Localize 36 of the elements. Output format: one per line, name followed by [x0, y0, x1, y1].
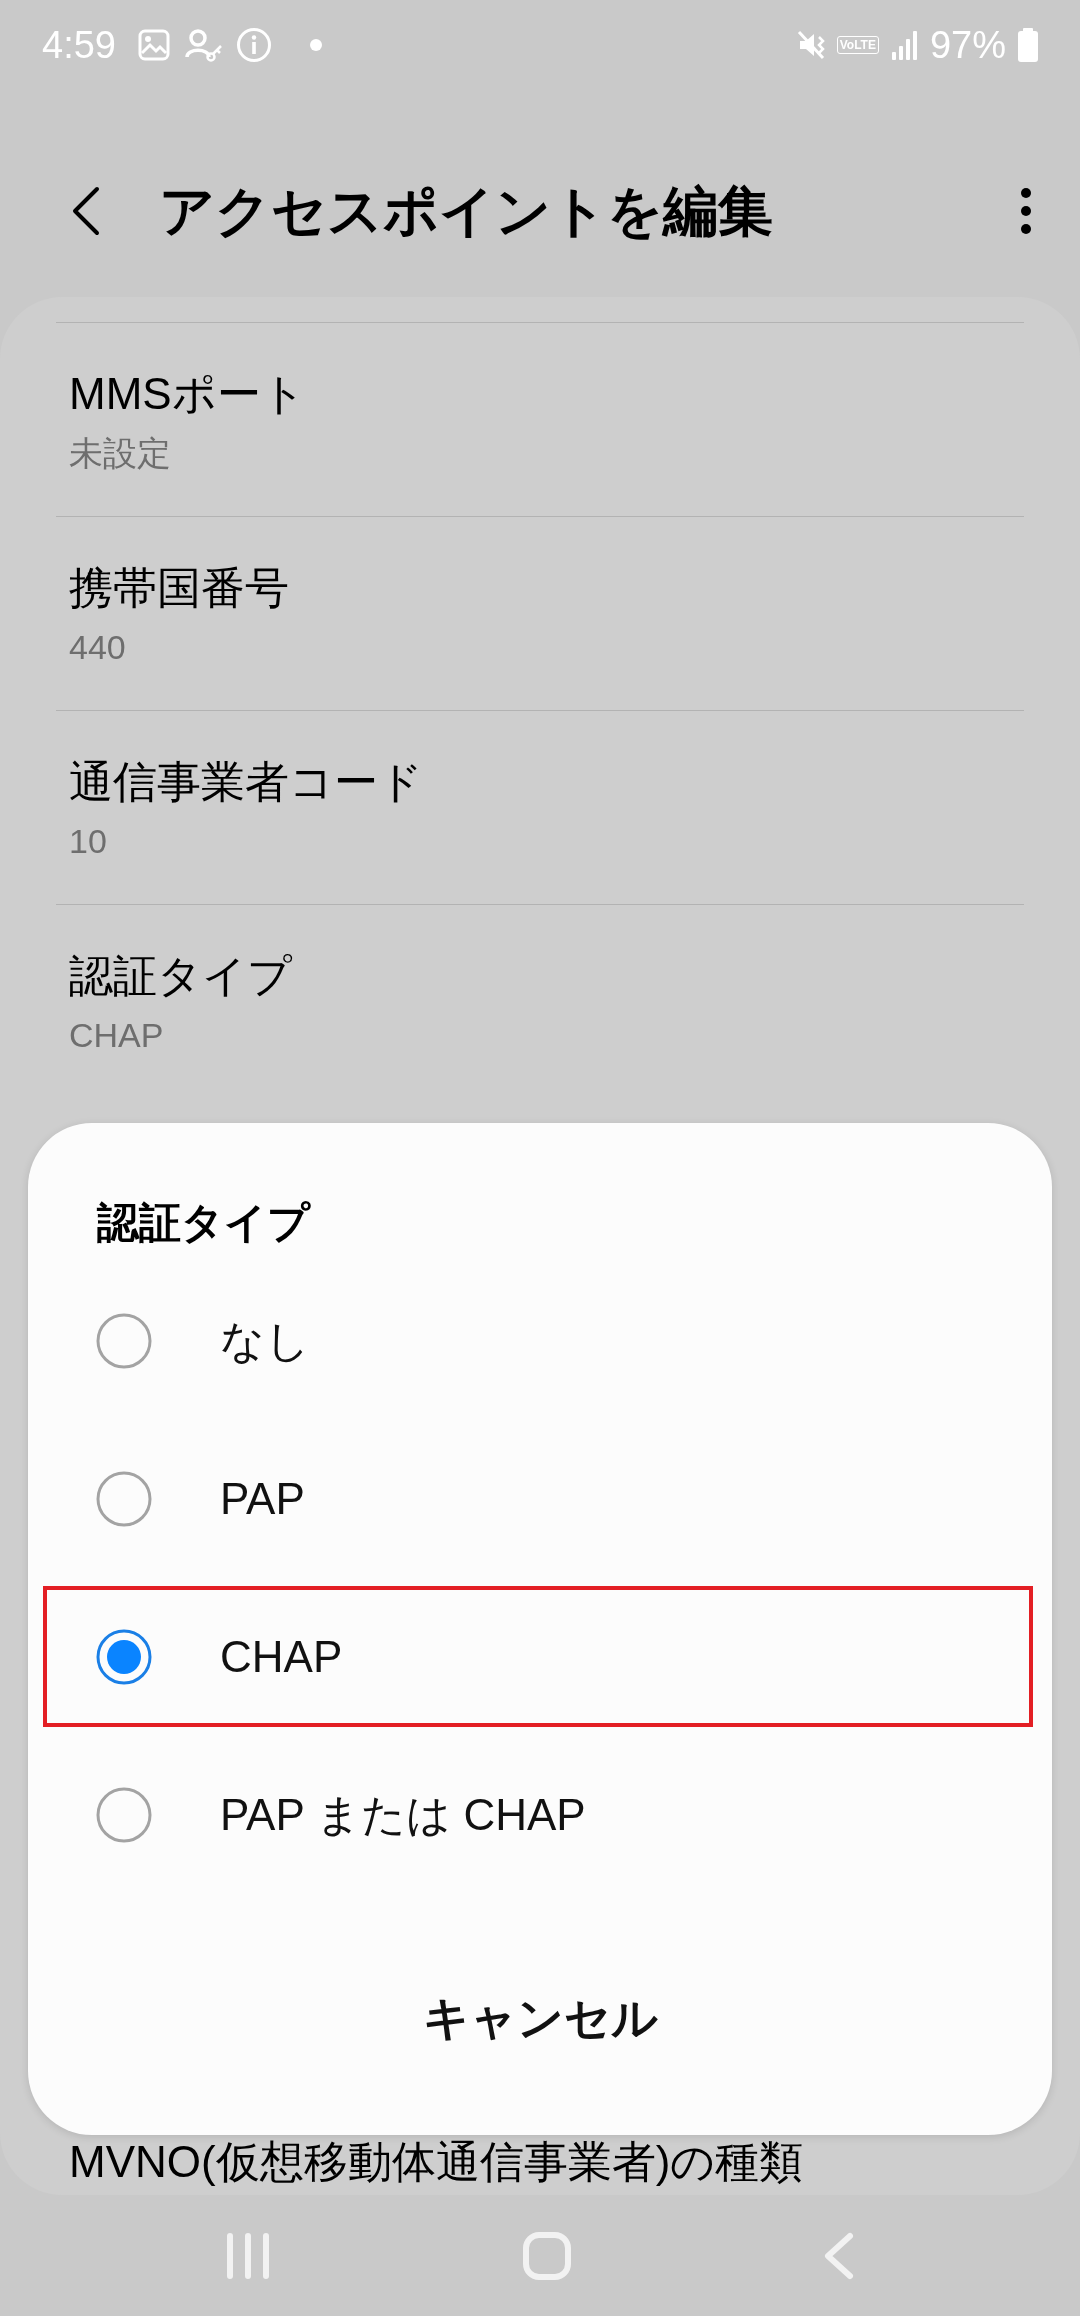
setting-value: 未設定 — [69, 433, 172, 474]
cancel-button[interactable]: キャンセル — [392, 1968, 688, 2068]
back-icon[interactable] — [70, 185, 101, 236]
setting-title: MVNO(仮想移動体通信事業者)の種類 — [69, 2137, 805, 2187]
radio-option[interactable]: PAP — [43, 1428, 1033, 1569]
settings-item[interactable]: MMSポート 未設定 — [56, 322, 1024, 516]
radio-option[interactable]: CHAP — [43, 1586, 1033, 1727]
more-options-icon[interactable] — [1020, 186, 1032, 235]
setting-value: 10 — [69, 821, 108, 862]
dialog-title: 認証タイプ — [97, 1198, 312, 1248]
radio-selected-icon[interactable] — [96, 1628, 152, 1685]
settings-item[interactable]: 通信事業者コード 10 — [56, 710, 1024, 904]
setting-title: 携帯国番号 — [69, 562, 290, 614]
settings-item[interactable]: 携帯国番号 440 — [56, 516, 1024, 710]
setting-value: 440 — [69, 627, 127, 668]
radio-icon[interactable] — [96, 1312, 152, 1369]
notification-dot-icon — [309, 39, 322, 51]
radio-option[interactable]: PAP または CHAP — [43, 1744, 1033, 1885]
settings-item[interactable]: 認証タイプ CHAP — [56, 904, 1024, 1098]
page-title: アクセスポイントを編集 — [159, 178, 773, 244]
info-icon — [235, 27, 272, 63]
radio-icon[interactable] — [96, 1470, 152, 1527]
image-icon — [137, 29, 170, 61]
recent-apps-icon[interactable] — [224, 2230, 272, 2281]
mute-icon — [796, 29, 825, 61]
settings-item[interactable]: MVNO(仮想移動体通信事業者)の種類 — [56, 2137, 1024, 2195]
radio-icon[interactable] — [96, 1786, 152, 1843]
account-key-icon — [183, 27, 222, 63]
setting-title: 通信事業者コード — [69, 756, 424, 808]
setting-title: 認証タイプ — [69, 950, 293, 1002]
battery-icon — [1018, 28, 1038, 62]
setting-value: CHAP — [69, 1015, 165, 1056]
setting-title: MMSポート — [69, 368, 307, 420]
radio-option[interactable]: なし — [43, 1270, 1033, 1411]
home-icon[interactable] — [522, 2230, 572, 2281]
signal-icon — [890, 29, 918, 61]
